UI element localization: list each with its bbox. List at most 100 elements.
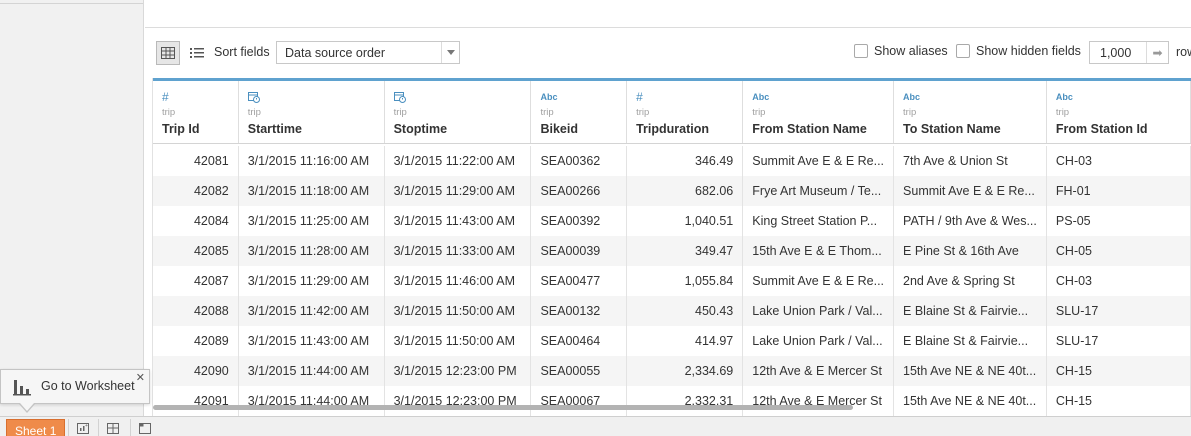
svg-text:+: +: [85, 423, 88, 429]
column-header-row: # trip Trip Id trip Starttime trip Stoptime Abc…: [153, 81, 1191, 144]
table-cell-bikeid: SEA00039: [530, 236, 628, 266]
number-type-icon[interactable]: #: [162, 91, 238, 103]
row-header-stub: [145, 78, 153, 416]
table-cell-from-station-id: PS-05: [1046, 206, 1191, 236]
column-header-bikeid[interactable]: Abc trip Bikeid: [530, 81, 628, 144]
table-cell-starttime: 3/1/2015 11:16:00 AM: [238, 146, 385, 176]
table-cell-trip-id: 42090: [153, 356, 239, 386]
table-cell-stoptime: 3/1/2015 11:43:00 AM: [384, 206, 532, 236]
date-type-icon[interactable]: [393, 91, 531, 103]
table-cell-stoptime: 3/1/2015 11:46:00 AM: [384, 266, 532, 296]
table-cell-stoptime: 3/1/2015 11:29:00 AM: [384, 176, 532, 206]
sort-fields-value: Data source order: [285, 46, 386, 60]
sort-fields-dropdown[interactable]: Data source order: [276, 41, 460, 64]
table-cell-tripduration: 450.43: [626, 296, 744, 326]
column-source: trip: [393, 107, 407, 118]
rows-label: rows: [1176, 45, 1191, 59]
date-type-icon[interactable]: [247, 91, 384, 103]
table-cell-from-station-name: Summit Ave E & E Re...: [742, 146, 895, 176]
bar-chart-icon: [13, 380, 31, 396]
data-source-page: Sort fields Data source order Show alias…: [0, 0, 1191, 436]
table-cell-from-station-id: CH-03: [1046, 146, 1191, 176]
show-hidden-fields-checkbox[interactable]: [956, 44, 970, 58]
table-cell-starttime: 3/1/2015 11:42:00 AM: [238, 296, 385, 326]
table-cell-bikeid: SEA00132: [530, 296, 628, 326]
table-cell-from-station-id: CH-05: [1046, 236, 1191, 266]
column-header-to-station-name[interactable]: Abc trip To Station Name: [893, 81, 1047, 144]
join-canvas-area: [145, 0, 1191, 28]
table-cell-from-station-name: Lake Union Park / Val...: [742, 296, 895, 326]
grid-body: 42081 3/1/2015 11:16:00 AM 3/1/2015 11:22:…: [153, 143, 1191, 416]
table-row: 42084 3/1/2015 11:25:00 AM 3/1/2015 11:43:…: [153, 206, 1191, 236]
table-cell-to-station-name: 7th Ave & Union St: [893, 146, 1047, 176]
show-aliases-checkbox[interactable]: [854, 44, 868, 58]
column-source: trip: [162, 107, 176, 118]
new-dashboard-icon[interactable]: [98, 419, 126, 436]
string-type-icon[interactable]: Abc: [752, 91, 893, 103]
column-header-trip-id[interactable]: # trip Trip Id: [153, 81, 239, 144]
list-view-icon: [190, 48, 204, 58]
go-to-worksheet-label: Go to Worksheet: [41, 379, 135, 393]
horizontal-scrollbar[interactable]: [153, 405, 853, 410]
table-cell-starttime: 3/1/2015 11:44:00 AM: [238, 356, 385, 386]
column-header-stoptime[interactable]: trip Stoptime: [384, 81, 532, 144]
table-cell-from-station-name: 12th Ave & E Mercer St: [742, 386, 895, 416]
table-cell-tripduration: 349.47: [626, 236, 744, 266]
close-icon[interactable]: ✕: [136, 371, 145, 384]
list-view-button[interactable]: [185, 41, 209, 65]
table-cell-stoptime: 3/1/2015 11:50:00 AM: [384, 296, 532, 326]
new-worksheet-icon[interactable]: +: [68, 419, 96, 436]
table-cell-stoptime: 3/1/2015 11:22:00 AM: [384, 146, 532, 176]
table-cell-from-station-name: 12th Ave & E Mercer St: [742, 356, 895, 386]
table-cell-tripduration: 346.49: [626, 146, 744, 176]
tooltip-pointer-fill: [20, 403, 34, 411]
rows-count-value: 1,000: [1100, 46, 1132, 60]
table-cell-from-station-id: FH-01: [1046, 176, 1191, 206]
table-cell-starttime: 3/1/2015 11:28:00 AM: [238, 236, 385, 266]
table-cell-tripduration: 682.06: [626, 176, 744, 206]
column-source: trip: [752, 107, 766, 118]
table-cell-tripduration: 2,334.69: [626, 356, 744, 386]
sort-fields-label: Sort fields: [214, 45, 270, 59]
table-cell-starttime: 3/1/2015 11:25:00 AM: [238, 206, 385, 236]
string-type-icon[interactable]: Abc: [1056, 91, 1190, 103]
table-cell-to-station-name: E Blaine St & Fairvie...: [893, 296, 1047, 326]
table-row: 42088 3/1/2015 11:42:00 AM 3/1/2015 11:50:…: [153, 296, 1191, 326]
table-cell-from-station-name: Summit Ave E & E Re...: [742, 266, 895, 296]
arrow-right-icon[interactable]: ➡: [1146, 42, 1168, 63]
column-header-tripduration[interactable]: # trip Tripduration: [626, 81, 744, 144]
string-type-icon[interactable]: Abc: [903, 91, 1046, 103]
table-cell-trip-id: 42081: [153, 146, 239, 176]
table-cell-from-station-id: SLU-17: [1046, 296, 1191, 326]
table-cell-stoptime: 3/1/2015 11:50:00 AM: [384, 326, 532, 356]
table-cell-tripduration: 1,055.84: [626, 266, 744, 296]
table-cell-to-station-name: 2nd Ave & Spring St: [893, 266, 1047, 296]
table-cell-bikeid: SEA00362: [530, 146, 628, 176]
column-header-starttime[interactable]: trip Starttime: [238, 81, 385, 144]
table-row: 42082 3/1/2015 11:18:00 AM 3/1/2015 11:29:…: [153, 176, 1191, 206]
column-name: To Station Name: [903, 122, 1001, 136]
column-header-from-station-id[interactable]: Abc trip From Station Id: [1046, 81, 1191, 144]
go-to-worksheet-tooltip[interactable]: Go to Worksheet ✕: [0, 369, 150, 404]
table-cell-bikeid: SEA00392: [530, 206, 628, 236]
table-cell-from-station-id: CH-15: [1046, 386, 1191, 416]
grid-view-button[interactable]: [156, 41, 180, 65]
table-cell-tripduration: 414.97: [626, 326, 744, 356]
new-story-icon[interactable]: [130, 419, 158, 436]
column-name: Starttime: [247, 122, 302, 136]
column-header-from-station-name[interactable]: Abc trip From Station Name: [742, 81, 895, 144]
table-cell-to-station-name: E Pine St & 16th Ave: [893, 236, 1047, 266]
data-grid: # trip Trip Id trip Starttime trip Stoptime Abc…: [145, 78, 1191, 416]
tab-sheet-1[interactable]: Sheet 1: [6, 419, 65, 436]
table-cell-to-station-name: PATH / 9th Ave & Wes...: [893, 206, 1047, 236]
table-cell-trip-id: 42088: [153, 296, 239, 326]
column-source: trip: [247, 107, 261, 118]
table-cell-stoptime: 3/1/2015 11:33:00 AM: [384, 236, 532, 266]
table-cell-from-station-id: CH-15: [1046, 356, 1191, 386]
number-type-icon[interactable]: #: [636, 91, 742, 103]
rows-count-input[interactable]: 1,000 ➡: [1089, 41, 1169, 64]
string-type-icon[interactable]: Abc: [540, 91, 626, 103]
column-name: Tripduration: [636, 122, 709, 136]
table-cell-trip-id: 42084: [153, 206, 239, 236]
sheet-tab-bar: Sheet 1 +: [0, 416, 1191, 436]
